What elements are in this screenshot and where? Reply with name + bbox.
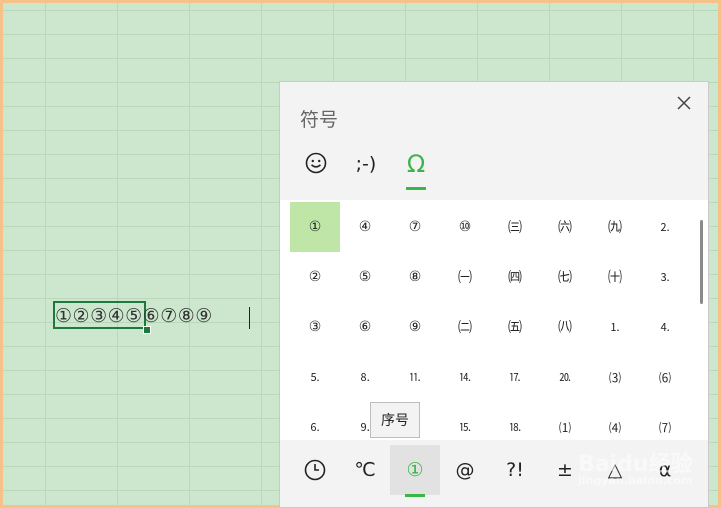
symbol-cell[interactable]: ㈢ <box>490 202 540 252</box>
recent-symbol[interactable]: ℃ <box>340 445 390 495</box>
recent-symbol-label: ① <box>406 459 424 481</box>
watermark-sub: jingyan.baidu.com <box>578 474 693 487</box>
recent-symbol-label: @ <box>455 459 475 481</box>
tab-symbols[interactable]: Ω <box>401 148 431 190</box>
tab-emoticon-label: ;-) <box>355 153 377 175</box>
panel-title: 符号 <box>300 109 339 131</box>
tab-symbols-label: Ω <box>406 150 426 178</box>
symbol-cell[interactable]: ⒌ <box>290 352 340 402</box>
symbol-cell[interactable]: ③ <box>290 302 340 352</box>
symbol-cell[interactable]: ⒋ <box>640 302 690 352</box>
symbol-cell[interactable]: ⑨ <box>390 302 440 352</box>
smiley-icon <box>305 152 327 174</box>
symbol-cell[interactable]: ⒉ <box>640 202 690 252</box>
symbol-cell[interactable]: ㈥ <box>540 202 590 252</box>
symbol-cell[interactable]: ⑥ <box>340 302 390 352</box>
symbol-grid: ① ④ ⑦ ⑩ ㈢ ㈥ ㈨ ⒉ ② ⑤ ⑧ ㈠ ㈣ ㈦ ㈩ ⒊ ③ ⑥ ⑨ ㈡ … <box>280 200 708 440</box>
symbol-cell[interactable]: ㈡ <box>440 302 490 352</box>
watermark: Baidu经验 jingyan.baidu.com <box>578 446 693 487</box>
recent-symbol[interactable]: @ <box>440 445 490 495</box>
recent-symbol-label: ℃ <box>354 459 376 481</box>
symbol-cell[interactable]: ⑩ <box>440 202 490 252</box>
tooltip: 序号 <box>370 402 420 438</box>
symbol-cell[interactable]: ⑤ <box>340 252 390 302</box>
symbol-cell[interactable]: ㈩ <box>590 252 640 302</box>
scrollbar[interactable] <box>700 220 703 304</box>
recent-symbol[interactable]: ① <box>390 445 440 497</box>
tab-smiley[interactable] <box>301 148 331 188</box>
symbol-cell[interactable]: ⒏ <box>340 352 390 402</box>
symbol-cell[interactable]: ④ <box>340 202 390 252</box>
symbol-panel: 符号 ;-) Ω ① ④ ⑦ ⑩ ㈢ ㈥ ㈨ ⒉ ② ⑤ ⑧ ㈠ ㈣ ㈦ ㈩ ⒊… <box>279 81 709 508</box>
tab-emoticon[interactable]: ;-) <box>351 148 381 188</box>
symbol-cell[interactable]: ㈨ <box>590 202 640 252</box>
symbol-cell[interactable]: ② <box>290 252 340 302</box>
symbol-cell[interactable]: ⒒ <box>390 352 440 402</box>
symbol-cell[interactable]: ㈣ <box>490 252 540 302</box>
symbol-cell[interactable]: ㈤ <box>490 302 540 352</box>
symbol-cell[interactable]: ㈦ <box>540 252 590 302</box>
symbol-cell[interactable]: ⑦ <box>390 202 440 252</box>
recent-symbol-clock[interactable] <box>290 445 340 495</box>
text-caret <box>249 307 250 329</box>
symbol-cell[interactable]: ⒊ <box>640 252 690 302</box>
symbol-cell[interactable]: ⒕ <box>440 352 490 402</box>
symbol-cell[interactable]: ⑹ <box>640 352 690 402</box>
symbol-cell[interactable]: ⒘ <box>490 352 540 402</box>
symbol-cell[interactable]: ㈧ <box>540 302 590 352</box>
close-button[interactable] <box>672 91 696 115</box>
recent-symbol-label: ± <box>557 459 573 481</box>
symbol-cell[interactable]: ㈠ <box>440 252 490 302</box>
symbol-cell[interactable]: ① <box>290 202 340 252</box>
recent-symbol[interactable]: ?! <box>490 445 540 495</box>
recent-symbol-label: ?! <box>506 459 524 481</box>
symbol-cell[interactable]: ⑶ <box>590 352 640 402</box>
clock-icon <box>304 459 326 481</box>
cell-content: ①②③④⑤⑥⑦⑧⑨ <box>55 305 213 327</box>
symbol-cell[interactable]: ⒈ <box>590 302 640 352</box>
symbol-cell[interactable]: ⑧ <box>390 252 440 302</box>
symbol-cell[interactable]: ⒛ <box>540 352 590 402</box>
close-icon <box>677 96 691 110</box>
